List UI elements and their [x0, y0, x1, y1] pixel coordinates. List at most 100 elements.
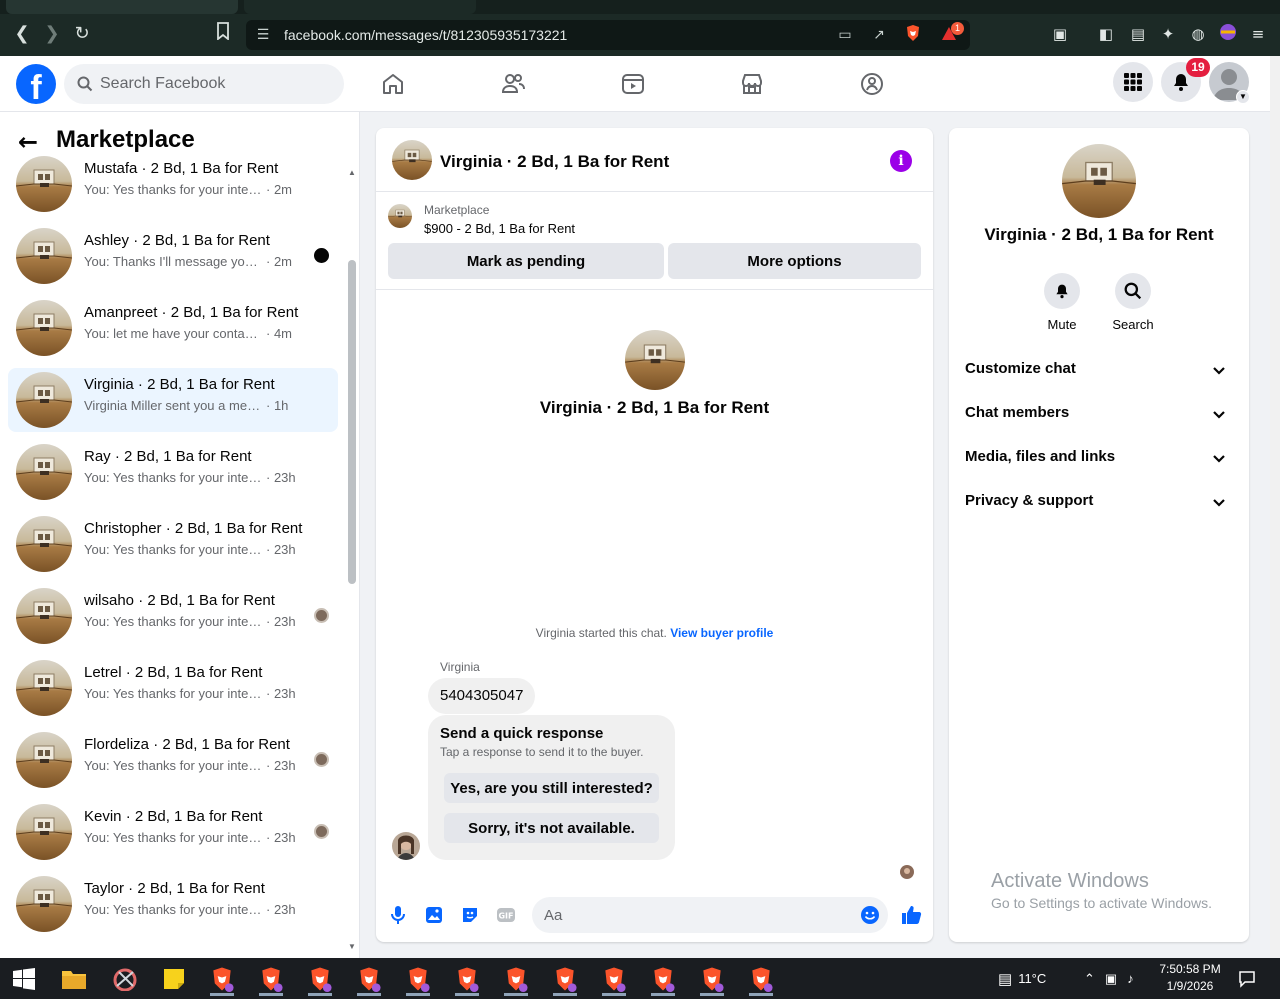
groups-tab[interactable] — [816, 60, 928, 108]
brave-browser-window-icon[interactable] — [347, 962, 391, 996]
quick-reply-interested-button[interactable]: Yes, are you still interested? — [444, 773, 659, 803]
conversation-row[interactable]: Taylor · 2 Bd, 1 Ba for Rent You: Yes tha… — [8, 872, 338, 936]
brave-browser-window-icon[interactable] — [739, 962, 783, 996]
conversation-row[interactable]: Ray · 2 Bd, 1 Ba for Rent You: Yes thanks… — [8, 440, 338, 504]
brave-browser-window-icon[interactable] — [690, 962, 734, 996]
conversation-row[interactable]: Virginia · 2 Bd, 1 Ba for Rent Virginia M… — [8, 368, 338, 432]
listing-title[interactable]: $900 - 2 Bd, 1 Ba for Rent — [424, 221, 575, 236]
media-files-links-section[interactable]: Media, files and links — [957, 436, 1241, 480]
brave-browser-window-icon[interactable] — [543, 962, 587, 996]
brave-shield-icon[interactable] — [902, 24, 924, 46]
leo-ai-icon[interactable]: ✦ — [1157, 23, 1179, 45]
listing-thumbnail[interactable] — [388, 204, 412, 228]
snipping-tool-icon[interactable] — [103, 962, 147, 996]
file-explorer-icon[interactable] — [52, 962, 96, 996]
search-input[interactable] — [100, 64, 330, 104]
brave-browser-window-icon[interactable] — [249, 962, 293, 996]
scroll-down-icon[interactable]: ▼ — [347, 942, 357, 951]
brave-browser-window-icon[interactable] — [641, 962, 685, 996]
chat-avatar[interactable] — [392, 140, 432, 180]
privacy-support-section[interactable]: Privacy & support — [957, 480, 1241, 524]
show-hidden-icons-icon[interactable]: ⌃ — [1084, 971, 1095, 987]
cast-icon[interactable]: ▭ — [834, 24, 856, 46]
site-settings-icon[interactable]: ☰ — [252, 24, 274, 46]
network-icon[interactable]: ▣ — [1105, 971, 1117, 987]
wallet-icon[interactable]: ▤ — [1127, 23, 1149, 45]
conversation-row[interactable]: Ashley · 2 Bd, 1 Ba for Rent You: Thanks … — [8, 224, 338, 288]
forward-icon[interactable]: ❯ — [40, 22, 64, 46]
friends-tab[interactable] — [457, 60, 569, 108]
volume-icon[interactable]: ♪ — [1127, 971, 1134, 986]
browser-tab-active[interactable] — [244, 0, 476, 14]
quick-reply-not-available-button[interactable]: Sorry, it's not available. — [444, 813, 659, 843]
scrollbar-thumb[interactable] — [348, 260, 356, 584]
brave-browser-window-icon[interactable] — [200, 962, 244, 996]
conversation-row[interactable]: wilsaho · 2 Bd, 1 Ba for Rent You: Yes th… — [8, 584, 338, 648]
mute-action[interactable]: Mute — [1032, 273, 1092, 332]
chat-list-scrollbar[interactable]: ▲ ▼ — [347, 168, 357, 951]
browser-tab[interactable] — [6, 0, 238, 14]
conversation-time: · 23h — [266, 902, 296, 917]
sidebar-icon[interactable]: ◧ — [1095, 23, 1117, 45]
profile-icon[interactable] — [1217, 23, 1239, 45]
home-tab[interactable] — [337, 60, 449, 108]
search-box[interactable] — [64, 64, 344, 104]
account-chevron-icon[interactable]: ▼ — [1236, 90, 1250, 104]
microphone-icon[interactable] — [385, 902, 411, 928]
video-tab[interactable] — [577, 60, 689, 108]
search-in-chat-icon[interactable] — [1115, 273, 1151, 309]
notification-center-icon[interactable] — [1238, 958, 1256, 999]
menu-button[interactable] — [1113, 62, 1153, 102]
mute-bell-icon[interactable] — [1044, 273, 1080, 309]
back-icon[interactable]: ❮ — [10, 22, 34, 46]
facebook-logo[interactable]: f — [16, 64, 56, 104]
mark-as-pending-button[interactable]: Mark as pending — [388, 243, 664, 279]
message-bubble[interactable]: 5404305047 — [428, 678, 536, 714]
address-bar[interactable]: ☰ facebook.com/messages/t/81230593517322… — [246, 20, 970, 50]
url-text[interactable]: facebook.com/messages/t/812305935173221 — [284, 27, 567, 43]
thumbs-up-icon[interactable] — [898, 902, 924, 928]
reader-mode-icon[interactable]: ▣ — [1049, 23, 1071, 45]
brave-browser-window-icon[interactable] — [445, 962, 489, 996]
menu-icon[interactable]: ≡ — [1247, 23, 1269, 45]
message-input-box[interactable] — [532, 897, 888, 933]
chat-title[interactable]: Virginia · 2 Bd, 1 Ba for Rent — [440, 152, 669, 172]
reload-icon[interactable]: ↻ — [70, 22, 94, 46]
conversation-time: · 23h — [266, 542, 296, 557]
brave-browser-window-icon[interactable] — [298, 962, 342, 996]
conversation-row[interactable]: Kevin · 2 Bd, 1 Ba for Rent You: Yes than… — [8, 800, 338, 864]
photo-icon[interactable] — [421, 902, 447, 928]
info-avatar[interactable] — [1062, 144, 1136, 218]
marketplace-tab[interactable] — [696, 60, 808, 108]
brave-browser-window-icon[interactable] — [592, 962, 636, 996]
conversation-row[interactable]: Flordeliza · 2 Bd, 1 Ba for Rent You: Yes… — [8, 728, 338, 792]
share-icon[interactable]: ↗ — [868, 24, 890, 46]
search-action[interactable]: Search — [1103, 273, 1163, 332]
vpn-icon[interactable]: ◍ — [1187, 23, 1209, 45]
page-scrollbar[interactable] — [1270, 56, 1280, 958]
sticky-notes-icon[interactable] — [152, 962, 196, 996]
message-input[interactable] — [544, 897, 844, 933]
sticker-icon[interactable] — [457, 902, 483, 928]
emoji-icon[interactable] — [860, 905, 880, 925]
taskbar-clock[interactable]: 7:50:58 PM 1/9/2026 — [1150, 961, 1230, 995]
more-options-button[interactable]: More options — [668, 243, 921, 279]
conversation-row[interactable]: Christopher · 2 Bd, 1 Ba for Rent You: Ye… — [8, 512, 338, 576]
chat-members-section[interactable]: Chat members — [957, 392, 1241, 436]
start-icon[interactable] — [2, 962, 46, 996]
conversation-row[interactable]: Letrel · 2 Bd, 1 Ba for Rent You: Yes tha… — [8, 656, 338, 720]
customize-chat-section[interactable]: Customize chat — [957, 348, 1241, 392]
brave-browser-window-icon[interactable] — [494, 962, 538, 996]
conversation-row[interactable]: Amanpreet · 2 Bd, 1 Ba for Rent You: let … — [8, 296, 338, 360]
bookmark-icon[interactable] — [211, 22, 235, 46]
scroll-up-icon[interactable]: ▲ — [347, 168, 357, 177]
weather-icon[interactable]: ▤ — [998, 970, 1012, 988]
sender-avatar[interactable] — [392, 832, 420, 860]
temperature-readout[interactable]: 11°C — [1018, 971, 1046, 986]
gif-icon[interactable]: GIF — [493, 902, 519, 928]
conversation-thumbnail — [16, 876, 72, 932]
view-buyer-profile-link[interactable]: View buyer profile — [670, 626, 773, 640]
conversation-row[interactable]: Mustafa · 2 Bd, 1 Ba for Rent You: Yes th… — [8, 152, 338, 216]
brave-browser-window-icon[interactable] — [396, 962, 440, 996]
info-icon[interactable]: i — [890, 150, 912, 172]
